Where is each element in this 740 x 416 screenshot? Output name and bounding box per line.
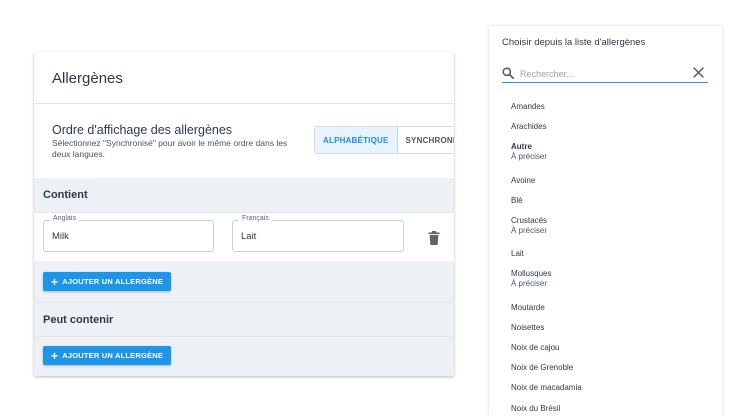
trash-icon[interactable] [428, 231, 440, 245]
allergen-list-item[interactable]: Noisettes [511, 323, 544, 333]
plus-icon: + [51, 274, 59, 289]
allergen-name: Noisettes [511, 322, 545, 332]
allergen-list-panel: Choisir depuis la liste d'allergènes Ama… [489, 26, 722, 416]
allergen-name: Noix du Brésil [511, 403, 561, 413]
may-contain-label: Peut contenir [43, 314, 114, 326]
search-bar [502, 66, 708, 83]
card-title: Allergènes [52, 70, 123, 87]
allergen-name: Lait [511, 249, 524, 259]
add-allergen-label: AJOUTER UN ALLERGÈNE [62, 277, 164, 286]
allergen-list-item[interactable]: Amandes [511, 102, 545, 112]
allergen-name: Noix de cajou [511, 343, 560, 352]
allergen-list-item[interactable]: Avoine [511, 176, 535, 186]
divider [34, 302, 454, 303]
allergen-name: Blé [511, 195, 523, 205]
allergen-list-item[interactable]: Noix de cajou [511, 343, 559, 353]
allergen-list-item[interactable]: Crustacés À préciser [511, 216, 547, 236]
allergen-name: Avoine [511, 175, 536, 185]
plus-icon: + [51, 348, 59, 363]
panel-title: Choisir depuis la liste d'allergènes [502, 37, 646, 48]
allergen-detail: À préciser [511, 152, 548, 162]
allergen-name: Amandes [511, 102, 545, 111]
allergen-list-item[interactable]: Moutarde [511, 303, 545, 313]
add-allergen-may-contain-button[interactable]: + AJOUTER UN ALLERGÈNE [43, 346, 172, 365]
divider [34, 336, 454, 337]
allergen-detail: À préciser [511, 226, 548, 235]
french-field[interactable]: Français [232, 215, 404, 252]
order-synchronized-button[interactable]: SYNCHRONISÉ [397, 127, 454, 153]
allergen-list-item[interactable]: Blé [511, 196, 523, 206]
allergen-name: Autre [511, 142, 532, 152]
order-toggle: ALPHABÉTIQUE SYNCHRONISÉ [314, 126, 454, 154]
allergen-list-item[interactable]: Noix du Brésil [511, 404, 560, 414]
allergen-list-item[interactable]: Arachides [511, 122, 547, 132]
search-icon [502, 67, 514, 79]
contains-label: Contient [43, 189, 88, 201]
allergen-list-item[interactable]: Autre À préciser [511, 142, 547, 162]
add-allergen-label: AJOUTER UN ALLERGÈNE [62, 351, 164, 360]
order-alphabetical-button[interactable]: ALPHABÉTIQUE [315, 127, 398, 153]
allergen-name: Noix de Grenoble [511, 363, 574, 373]
allergen-name: Moutarde [511, 302, 545, 312]
divider [34, 212, 454, 213]
divider [34, 103, 454, 104]
allergens-card: Allergènes Ordre d'affichage des allergè… [34, 52, 454, 376]
allergen-name: Mollusques [511, 269, 552, 279]
close-icon[interactable] [693, 67, 704, 78]
order-title: Ordre d'affichage des allergènes [52, 123, 233, 137]
allergen-name: Noix de macadamia [511, 383, 582, 393]
allergen-detail: À préciser [511, 279, 548, 289]
add-allergen-contains-button[interactable]: + AJOUTER UN ALLERGÈNE [43, 272, 172, 291]
order-help-text: Sélectionnez "Synchronisé" pour avoir le… [52, 138, 288, 159]
search-input[interactable] [520, 66, 680, 81]
french-input[interactable] [241, 221, 395, 251]
allergen-name: Arachides [511, 122, 547, 132]
contains-section-header [34, 178, 454, 212]
allergen-list-item[interactable]: Lait [511, 249, 524, 259]
english-input[interactable] [52, 221, 205, 251]
allergen-list-item[interactable]: Noix de macadamia [511, 383, 582, 393]
allergen-name: Crustacés [511, 216, 548, 225]
allergen-list-item[interactable]: Noix de Grenoble [511, 363, 573, 373]
english-field[interactable]: Anglais [43, 215, 214, 252]
allergen-list-item[interactable]: Mollusques À préciser [511, 269, 551, 289]
